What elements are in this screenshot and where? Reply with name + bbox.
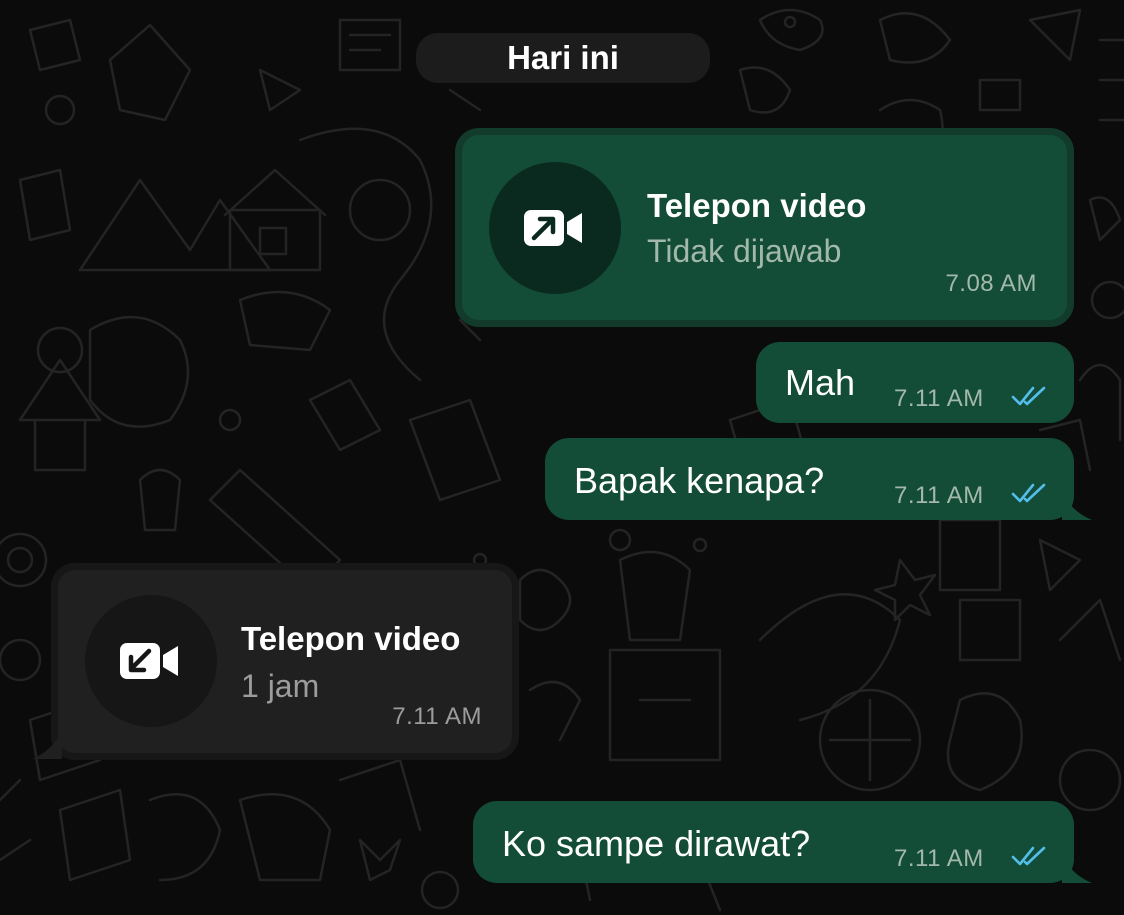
- bubble-tail: [1062, 855, 1092, 883]
- outgoing-message-bubble[interactable]: Ko sampe dirawat? 7.11 AM: [473, 801, 1074, 883]
- call-title: Telepon video: [647, 187, 867, 224]
- message-time: 7.08 AM: [945, 270, 1037, 297]
- message-time: 7.11 AM: [894, 385, 984, 412]
- read-receipt-icon: [1011, 846, 1046, 866]
- bubble-tail: [1062, 492, 1092, 520]
- date-divider: Hari ini: [416, 33, 710, 83]
- read-receipt-icon: [1011, 386, 1046, 406]
- outgoing-message-bubble[interactable]: Bapak kenapa? 7.11 AM: [545, 438, 1074, 520]
- outgoing-message-bubble[interactable]: Mah 7.11 AM: [756, 342, 1074, 423]
- call-status: Tidak dijawab: [647, 233, 842, 269]
- message-time: 7.11 AM: [392, 703, 482, 730]
- incoming-call-bubble[interactable]: Telepon video 1 jam 7.11 AM: [51, 563, 519, 760]
- message-text: Mah: [785, 362, 856, 403]
- bubble-tail: [32, 731, 62, 759]
- incoming-video-call-icon: [85, 595, 217, 727]
- message-time: 7.11 AM: [894, 845, 984, 872]
- message-text: Bapak kenapa?: [574, 460, 825, 501]
- read-receipt-icon: [1011, 483, 1046, 503]
- outgoing-video-call-icon: [489, 162, 621, 294]
- message-text: Ko sampe dirawat?: [502, 823, 811, 864]
- call-title: Telepon video: [241, 620, 461, 657]
- message-time: 7.11 AM: [894, 482, 984, 509]
- call-duration: 1 jam: [241, 668, 320, 704]
- outgoing-call-bubble[interactable]: Telepon video Tidak dijawab 7.08 AM: [455, 128, 1074, 327]
